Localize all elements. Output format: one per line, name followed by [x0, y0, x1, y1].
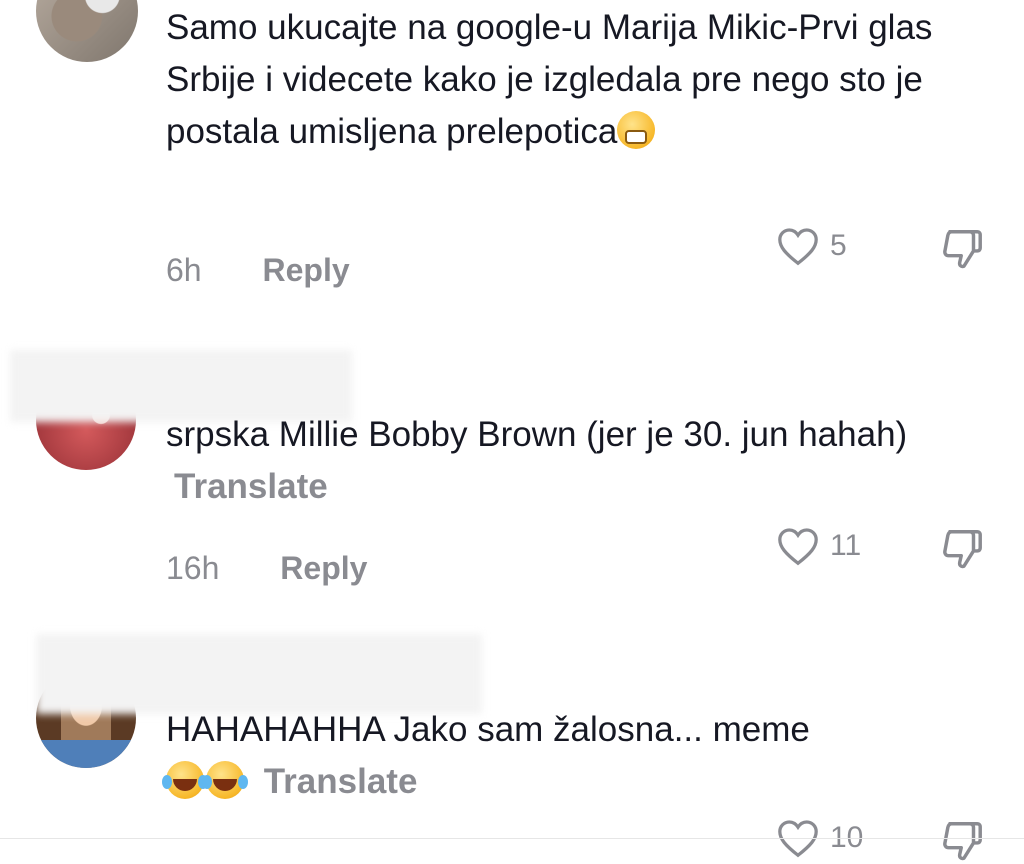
dislike-button[interactable]: [938, 226, 986, 272]
comment-body: HAHAHAHHA Jako sam žalosna... meme: [166, 710, 810, 749]
comment-text: Samo ukucajte na google-u Marija Mikic-P…: [166, 2, 966, 158]
comment-body: Samo ukucajte na google-u Marija Mikic-P…: [166, 8, 933, 151]
translate-link[interactable]: Translate: [264, 762, 418, 801]
face-with-tears-of-joy-icon: [202, 761, 244, 799]
reply-button[interactable]: Reply: [280, 550, 367, 586]
divider: [0, 838, 1024, 839]
like-count: 11: [830, 529, 862, 562]
translate-link[interactable]: Translate: [174, 467, 328, 506]
comment-text: HAHAHAHHA Jako sam žalosna... meme Trans…: [162, 704, 986, 808]
thumbs-down-icon: [938, 818, 986, 864]
thumbs-down-icon: [938, 226, 986, 272]
like-button[interactable]: 11: [776, 526, 861, 566]
reply-button[interactable]: Reply: [262, 252, 349, 288]
blurred-username: [36, 634, 482, 714]
comment-meta: 16h Reply: [166, 550, 367, 587]
comment-body: srpska Millie Bobby Brown (jer je 30. ju…: [166, 415, 908, 454]
face-with-tears-of-joy-icon: [162, 761, 204, 799]
comment-meta: 6h Reply: [166, 252, 350, 289]
thumbs-down-icon: [938, 526, 986, 572]
dislike-button[interactable]: [938, 526, 986, 572]
avatar[interactable]: [36, 0, 138, 62]
dislike-button[interactable]: [938, 818, 986, 864]
comment-text: srpska Millie Bobby Brown (jer je 30. ju…: [166, 409, 986, 513]
grinning-face-icon: [617, 111, 656, 149]
heart-icon: [776, 226, 820, 266]
comment-timestamp: 6h: [166, 252, 202, 288]
comment-timestamp: 16h: [166, 550, 220, 586]
like-button[interactable]: 5: [776, 226, 847, 266]
heart-icon: [776, 526, 820, 566]
like-count: 5: [830, 229, 847, 262]
